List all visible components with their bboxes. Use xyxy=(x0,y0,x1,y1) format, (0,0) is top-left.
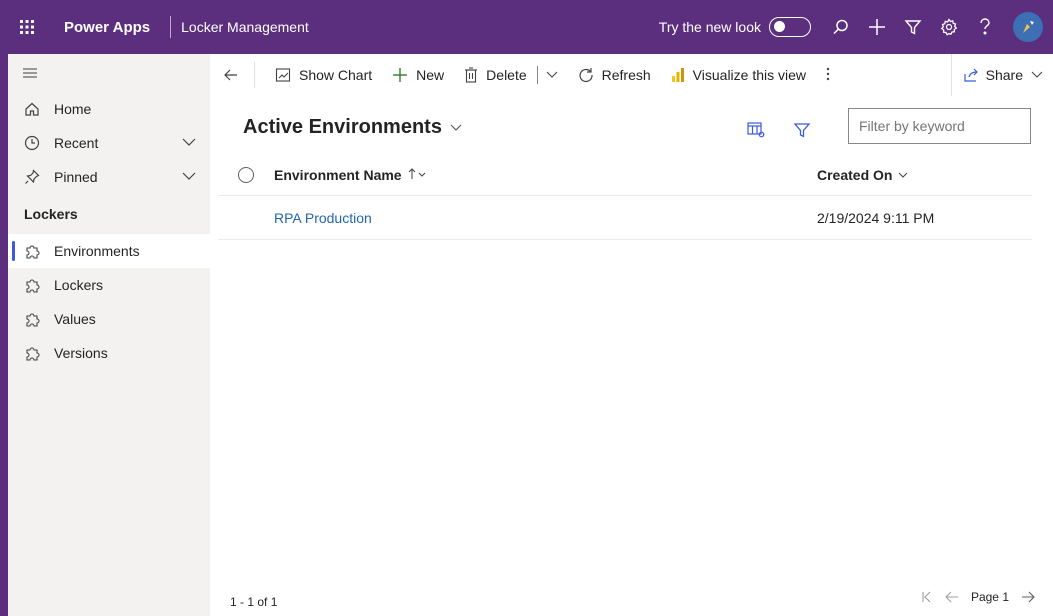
search-icon[interactable] xyxy=(823,0,859,54)
grid-header: Environment Name Created On xyxy=(218,154,1032,196)
share-icon xyxy=(964,68,980,82)
delete-label: Delete xyxy=(486,67,527,83)
hamburger-icon[interactable] xyxy=(8,54,210,92)
sidebar-item-label: Recent xyxy=(54,135,99,151)
pager: Page 1 xyxy=(909,590,1035,604)
visualize-view-button[interactable]: Visualize this view xyxy=(661,54,816,96)
sidebar-item-label: Pinned xyxy=(54,169,98,185)
clock-icon xyxy=(24,135,40,151)
puzzle-icon xyxy=(24,243,40,259)
filter-keyword-input[interactable] xyxy=(848,108,1031,144)
pin-icon xyxy=(24,169,40,185)
chevron-down-icon[interactable] xyxy=(546,67,558,83)
created-on-value: 2/19/2024 9:11 PM xyxy=(817,209,935,226)
command-bar: Show Chart New Delete Refresh Visualize … xyxy=(210,54,1053,96)
page-label: Page 1 xyxy=(970,590,1009,604)
sidebar-item-label: Lockers xyxy=(54,277,104,293)
puzzle-icon xyxy=(24,277,40,293)
puzzle-icon xyxy=(24,345,40,361)
data-grid: Environment Name Created On RPA Producti… xyxy=(218,154,1032,240)
visualize-label: Visualize this view xyxy=(692,67,807,83)
chevron-down-icon[interactable] xyxy=(182,135,196,152)
sidebar-item-environments[interactable]: Environments xyxy=(8,234,210,268)
settings-icon[interactable] xyxy=(931,0,967,54)
back-arrow-icon[interactable] xyxy=(210,54,252,96)
sort-ascending-icon xyxy=(408,167,426,183)
sidebar-item-values[interactable]: Values xyxy=(8,302,210,336)
new-look-toggle[interactable] xyxy=(769,17,811,37)
help-icon[interactable] xyxy=(967,0,1003,54)
sidebar-item-lockers[interactable]: Lockers xyxy=(8,268,210,302)
grid-footer: 1 - 1 of 1 Page 1 xyxy=(210,586,1053,616)
sidebar-item-pinned[interactable]: Pinned xyxy=(8,160,210,194)
new-button[interactable]: New xyxy=(382,54,454,96)
edit-columns-icon[interactable] xyxy=(742,116,770,144)
trash-icon xyxy=(464,67,478,83)
sidebar-item-recent[interactable]: Recent xyxy=(8,126,210,160)
sidebar: Home Recent Pinned Lockers Environments … xyxy=(0,54,210,616)
app-header: Power Apps Locker Management Try the new… xyxy=(0,0,1053,54)
select-all-radio[interactable] xyxy=(218,166,274,183)
delete-button[interactable]: Delete xyxy=(454,54,567,96)
first-page-icon[interactable] xyxy=(921,591,933,603)
previous-page-icon[interactable] xyxy=(945,591,959,603)
sidebar-item-label: Values xyxy=(54,311,96,327)
column-header-label: Environment Name xyxy=(274,166,402,183)
sidebar-item-home[interactable]: Home xyxy=(8,92,210,126)
split-divider xyxy=(536,66,538,84)
try-new-look-label: Try the new look xyxy=(658,19,761,35)
show-chart-button[interactable]: Show Chart xyxy=(265,54,382,96)
command-divider xyxy=(254,62,255,88)
sidebar-item-label: Environments xyxy=(54,243,140,259)
chart-icon xyxy=(275,67,291,83)
next-page-icon[interactable] xyxy=(1021,591,1035,603)
sidebar-group-lockers: Lockers xyxy=(24,206,78,222)
sidebar-item-label: Versions xyxy=(54,345,108,361)
main-content: Active Environments Environment Name Cre… xyxy=(210,96,1053,616)
sidebar-item-versions[interactable]: Versions xyxy=(8,336,210,370)
plus-icon xyxy=(392,67,408,83)
refresh-label: Refresh xyxy=(601,67,651,83)
more-commands-button[interactable] xyxy=(816,54,840,96)
chevron-down-icon xyxy=(898,167,908,183)
app-name[interactable]: Power Apps xyxy=(54,19,170,36)
filter-icon[interactable] xyxy=(788,116,816,144)
sidebar-item-label: Home xyxy=(54,101,92,117)
refresh-icon xyxy=(578,67,594,83)
column-header-created-on[interactable]: Created On xyxy=(817,167,1032,183)
plus-icon[interactable] xyxy=(859,0,895,54)
share-button[interactable]: Share xyxy=(950,54,1053,96)
avatar[interactable] xyxy=(1003,0,1053,54)
powerbi-icon xyxy=(671,67,685,83)
refresh-button[interactable]: Refresh xyxy=(568,54,661,96)
share-label: Share xyxy=(985,67,1023,83)
chevron-down-icon xyxy=(450,116,462,139)
puzzle-icon xyxy=(24,311,40,327)
show-chart-label: Show Chart xyxy=(299,67,373,83)
new-label: New xyxy=(416,67,445,83)
column-header-label: Created On xyxy=(817,166,893,183)
environment-name-link[interactable]: RPA Production xyxy=(274,210,372,226)
view-title: Active Environments xyxy=(243,116,442,138)
record-count: 1 - 1 of 1 xyxy=(230,595,278,609)
column-header-environment-name[interactable]: Environment Name xyxy=(274,167,817,183)
home-icon xyxy=(24,101,40,117)
chevron-down-icon[interactable] xyxy=(182,169,196,186)
more-vertical-icon xyxy=(826,66,830,85)
chevron-down-icon[interactable] xyxy=(1031,67,1043,83)
view-selector[interactable]: Active Environments xyxy=(243,116,462,139)
app-subtitle[interactable]: Locker Management xyxy=(171,19,309,35)
filter-icon[interactable] xyxy=(895,0,931,54)
waffle-icon[interactable] xyxy=(0,0,54,54)
table-row[interactable]: RPA Production 2/19/2024 9:11 PM xyxy=(218,196,1032,240)
